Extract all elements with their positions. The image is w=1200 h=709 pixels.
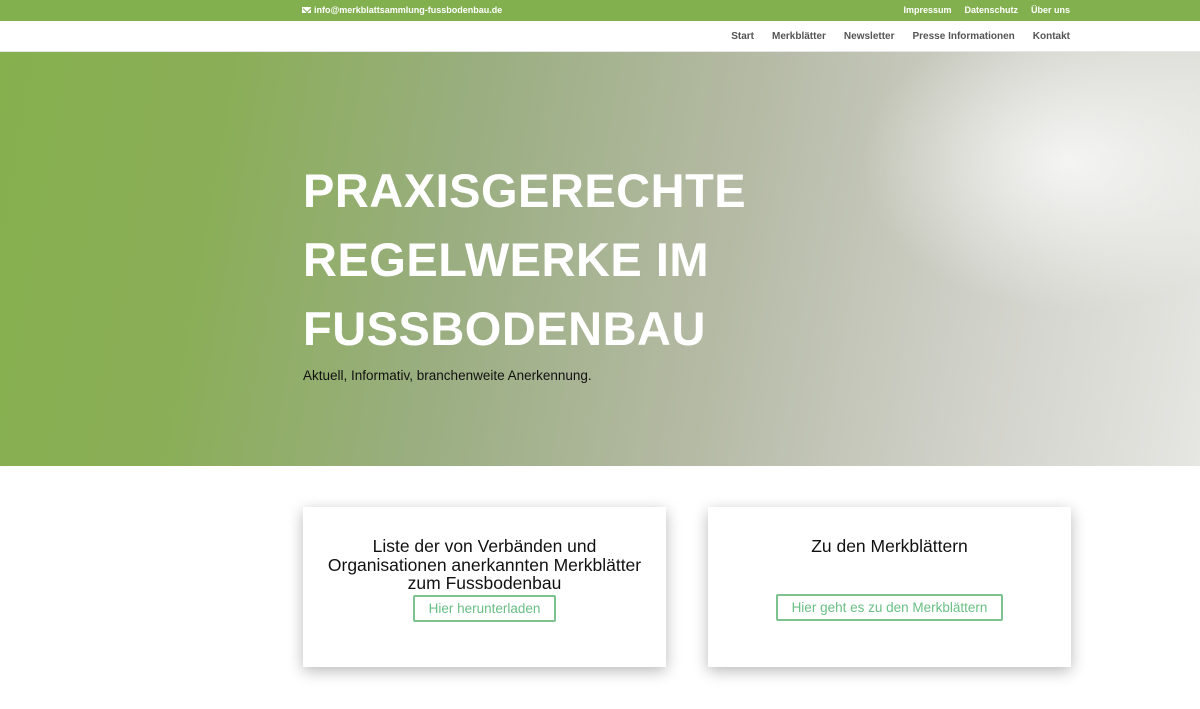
hero-title-line-1: PRAXISGERECHTE [303, 164, 747, 217]
contact-email-text: info@merkblattsammlung-fussbodenbau.de [314, 5, 503, 15]
nav-item-merkblaetter[interactable]: Merkblätter [772, 31, 826, 42]
download-list-card: Liste der von Verbänden und Organisation… [303, 507, 666, 667]
main-menu: Start Merkblätter Newsletter Presse Info… [731, 31, 1070, 42]
nav-item-kontakt[interactable]: Kontakt [1033, 31, 1070, 42]
hero-section: PRAXISGERECHTE REGELWERKE IM FUSSBODENBA… [0, 52, 1200, 466]
hero-background-glow [860, 52, 1200, 312]
hero-title-line-3: FUSSBODENBAU [303, 302, 706, 355]
download-button[interactable]: Hier herunterladen [412, 594, 557, 622]
nav-item-newsletter[interactable]: Newsletter [844, 31, 895, 42]
link-datenschutz[interactable]: Datenschutz [964, 5, 1018, 15]
hero-title: PRAXISGERECHTE REGELWERKE IM FUSSBODENBA… [303, 156, 823, 363]
main-nav: Start Merkblätter Newsletter Presse Info… [0, 21, 1200, 52]
hero-title-line-2: REGELWERKE IM [303, 233, 710, 286]
hero-subtitle: Aktuell, Informativ, branchenweite Anerk… [303, 368, 592, 383]
top-bar: info@merkblattsammlung-fussbodenbau.de I… [0, 0, 1200, 21]
contact-email-link[interactable]: info@merkblattsammlung-fussbodenbau.de [302, 5, 502, 15]
link-impressum[interactable]: Impressum [903, 5, 951, 15]
go-to-merkblaetter-button[interactable]: Hier geht es zu den Merkblättern [775, 593, 1004, 621]
download-list-card-title: Liste der von Verbänden und Organisation… [327, 536, 642, 593]
nav-item-presse[interactable]: Presse Informationen [913, 31, 1015, 42]
nav-item-start[interactable]: Start [731, 31, 754, 42]
merkblaetter-card-title: Zu den Merkblättern [811, 536, 968, 556]
link-ueber-uns[interactable]: Über uns [1031, 5, 1070, 15]
secondary-nav: Impressum Datenschutz Über uns [903, 5, 1070, 15]
envelope-icon [302, 7, 311, 13]
merkblaetter-card: Zu den Merkblättern Hier geht es zu den … [708, 507, 1071, 667]
